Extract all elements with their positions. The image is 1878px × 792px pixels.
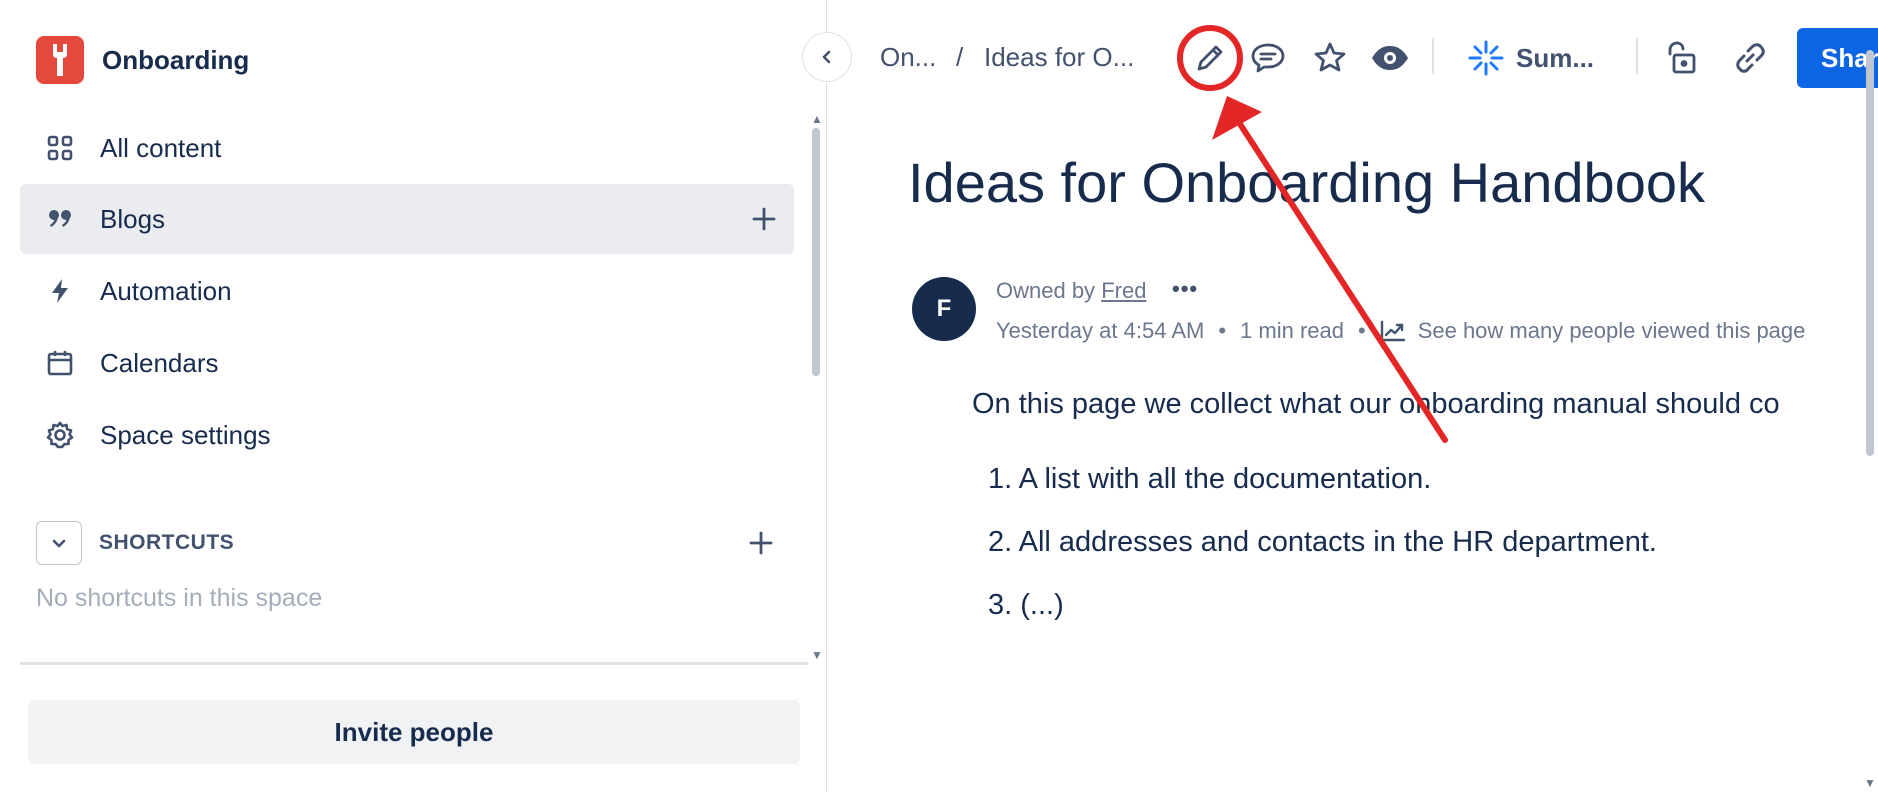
- sidebar-item-label: Space settings: [100, 419, 271, 450]
- sidebar-item-all-content[interactable]: All content: [20, 113, 794, 183]
- summarize-label: Sum...: [1516, 42, 1595, 73]
- owner-link[interactable]: Fred: [1101, 278, 1146, 303]
- gear-icon: [44, 419, 76, 451]
- meta-separator: •: [1218, 318, 1227, 343]
- breadcrumb-page[interactable]: Ideas for O...: [984, 42, 1134, 73]
- space-logo-icon: [36, 36, 84, 84]
- shortcuts-header: SHORTCUTS: [36, 519, 234, 567]
- toolbar-divider: [1432, 38, 1434, 74]
- no-shortcuts-text: No shortcuts in this space: [36, 584, 323, 612]
- sidebar-item-label: Blogs: [100, 203, 166, 234]
- analytics-chart-icon: [1380, 320, 1406, 342]
- analytics-link[interactable]: See how many people viewed this page: [1418, 318, 1806, 344]
- sidebar-item-blogs[interactable]: Blogs: [20, 184, 794, 254]
- edit-pencil-icon[interactable]: [1190, 38, 1230, 78]
- sidebar-item-label: Calendars: [100, 347, 219, 378]
- space-name: Onboarding: [102, 44, 250, 75]
- add-blog-icon[interactable]: [748, 203, 780, 235]
- list-item: 2. All addresses and contacts in the HR …: [988, 526, 1657, 558]
- add-shortcut-icon[interactable]: [745, 527, 777, 559]
- copy-link-icon[interactable]: [1730, 38, 1770, 78]
- restrictions-lock-icon[interactable]: [1662, 38, 1702, 78]
- page-metadata: Yesterday at 4:54 AM • 1 min read • See …: [996, 318, 1805, 344]
- main-scroll-down-icon[interactable]: ▼: [1864, 776, 1876, 790]
- toolbar-divider: [1636, 38, 1638, 74]
- breadcrumb-space[interactable]: On...: [880, 42, 936, 73]
- shortcuts-toggle-button[interactable]: [36, 521, 82, 565]
- page-title: Ideas for Onboarding Handbook: [908, 151, 1705, 214]
- sidebar-scroll-up-icon[interactable]: ▲: [811, 112, 823, 126]
- summarize-button[interactable]: Sum...: [1468, 38, 1594, 78]
- calendar-icon: [44, 347, 76, 379]
- meta-separator: •: [1357, 318, 1366, 343]
- more-actions-icon[interactable]: •••: [1172, 276, 1198, 302]
- sidebar-item-label: Automation: [100, 275, 232, 306]
- page-intro-paragraph: On this page we collect what our onboard…: [972, 388, 1780, 420]
- owned-by-label: Owned by: [996, 278, 1096, 303]
- read-time: 1 min read: [1240, 318, 1344, 343]
- ai-sparkle-icon: [1468, 40, 1504, 76]
- main-scrollbar[interactable]: [1866, 50, 1874, 456]
- list-item: 1. A list with all the documentation.: [988, 463, 1432, 495]
- invite-people-button[interactable]: Invite people: [28, 700, 800, 764]
- shortcuts-label: SHORTCUTS: [99, 531, 235, 554]
- sidebar-item-space-settings[interactable]: Space settings: [20, 400, 794, 470]
- sidebar-scrollbar[interactable]: [812, 128, 820, 376]
- sidebar-divider: [20, 662, 808, 665]
- sidebar: Onboarding All content Blogs Automation: [0, 0, 827, 792]
- timestamp: Yesterday at 4:54 AM: [996, 318, 1205, 343]
- sidebar-item-calendars[interactable]: Calendars: [20, 328, 794, 398]
- comment-icon[interactable]: [1248, 38, 1288, 78]
- sidebar-item-label: All content: [100, 132, 222, 163]
- grid-icon: [44, 132, 76, 164]
- avatar[interactable]: F: [912, 277, 976, 341]
- owned-by-line: Owned by Fred: [996, 278, 1146, 304]
- watch-eye-icon[interactable]: [1370, 38, 1410, 78]
- breadcrumb-separator: /: [956, 42, 964, 72]
- space-header[interactable]: Onboarding: [36, 36, 249, 84]
- list-item: 3. (...): [988, 589, 1064, 621]
- sidebar-scroll-down-icon[interactable]: ▼: [811, 648, 823, 662]
- star-icon[interactable]: [1310, 38, 1350, 78]
- sidebar-item-automation[interactable]: Automation: [20, 256, 794, 326]
- lightning-icon: [44, 275, 76, 307]
- quote-icon: [44, 203, 76, 235]
